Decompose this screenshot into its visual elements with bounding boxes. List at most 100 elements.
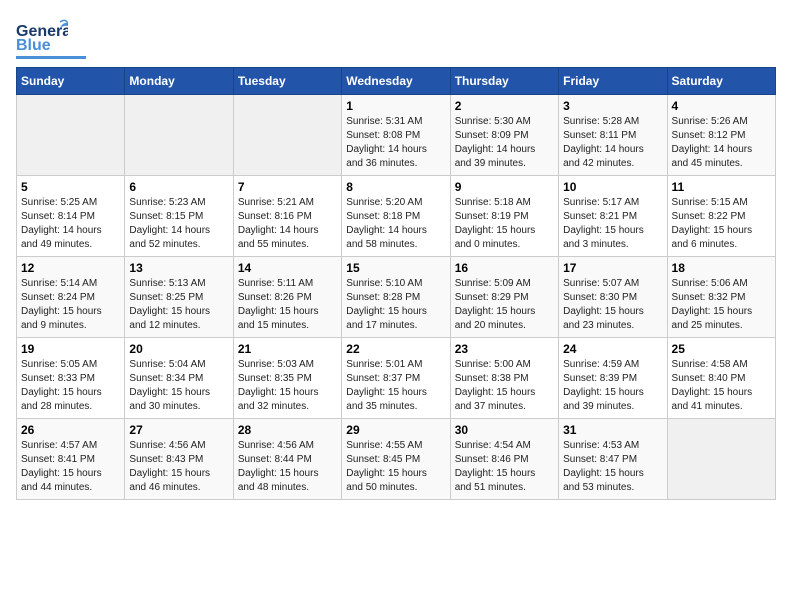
day-info: Sunrise: 5:07 AM Sunset: 8:30 PM Dayligh… [563,277,662,333]
weekday-header-tuesday: Tuesday [233,68,341,95]
day-cell-10: 10 Sunrise: 5:17 AM Sunset: 8:21 PM Dayli… [559,176,667,257]
weekday-header-thursday: Thursday [450,68,558,95]
empty-cell [125,95,233,176]
day-cell-15: 15 Sunrise: 5:10 AM Sunset: 8:28 PM Dayli… [342,257,450,338]
day-cell-22: 22 Sunrise: 5:01 AM Sunset: 8:37 PM Dayli… [342,338,450,419]
day-number: 22 [346,342,445,356]
day-number: 16 [455,261,554,275]
day-cell-19: 19 Sunrise: 5:05 AM Sunset: 8:33 PM Dayli… [17,338,125,419]
day-info: Sunrise: 4:53 AM Sunset: 8:47 PM Dayligh… [563,439,662,495]
logo: General Blue [16,16,86,59]
day-info: Sunrise: 5:11 AM Sunset: 8:26 PM Dayligh… [238,277,337,333]
day-info: Sunrise: 5:31 AM Sunset: 8:08 PM Dayligh… [346,115,445,171]
day-info: Sunrise: 5:23 AM Sunset: 8:15 PM Dayligh… [129,196,228,252]
day-number: 7 [238,180,337,194]
day-cell-13: 13Sunrise: 5:13 AM Sunset: 8:25 PM Dayli… [125,257,233,338]
day-number: 5 [21,180,120,194]
day-number: 31 [563,423,662,437]
day-number: 24 [563,342,662,356]
day-info: Sunrise: 5:01 AM Sunset: 8:37 PM Dayligh… [346,358,445,414]
day-info: Sunrise: 4:57 AM Sunset: 8:41 PM Dayligh… [21,439,120,495]
day-info: Sunrise: 5:20 AM Sunset: 8:18 PM Dayligh… [346,196,445,252]
day-number: 14 [238,261,337,275]
day-number: 2 [455,99,554,113]
day-number: 29 [346,423,445,437]
day-cell-1: 1 Sunrise: 5:31 AM Sunset: 8:08 PM Daylig… [342,95,450,176]
day-number: 11 [672,180,771,194]
day-number: 18 [672,261,771,275]
day-cell-5: 5 Sunrise: 5:25 AM Sunset: 8:14 PM Daylig… [17,176,125,257]
day-cell-24: 24 Sunrise: 4:59 AM Sunset: 8:39 PM Dayli… [559,338,667,419]
weekday-header-monday: Monday [125,68,233,95]
day-cell-28: 28 Sunrise: 4:56 AM Sunset: 8:44 PM Dayli… [233,419,341,500]
day-number: 17 [563,261,662,275]
day-cell-31: 31 Sunrise: 4:53 AM Sunset: 8:47 PM Dayli… [559,419,667,500]
empty-cell [667,419,775,500]
day-cell-3: 3Sunrise: 5:28 AM Sunset: 8:11 PM Daylig… [559,95,667,176]
day-cell-8: 8Sunrise: 5:20 AM Sunset: 8:18 PM Daylig… [342,176,450,257]
day-number: 20 [129,342,228,356]
day-info: Sunrise: 5:26 AM Sunset: 8:12 PM Dayligh… [672,115,771,171]
day-cell-7: 7 Sunrise: 5:21 AM Sunset: 8:16 PM Daylig… [233,176,341,257]
day-number: 10 [563,180,662,194]
weekday-header-friday: Friday [559,68,667,95]
page-header: General Blue [16,16,776,59]
day-cell-12: 12Sunrise: 5:14 AM Sunset: 8:24 PM Dayli… [17,257,125,338]
day-number: 13 [129,261,228,275]
weekday-header-sunday: Sunday [17,68,125,95]
day-cell-26: 26 Sunrise: 4:57 AM Sunset: 8:41 PM Dayli… [17,419,125,500]
day-info: Sunrise: 5:00 AM Sunset: 8:38 PM Dayligh… [455,358,554,414]
day-info: Sunrise: 5:03 AM Sunset: 8:35 PM Dayligh… [238,358,337,414]
day-info: Sunrise: 5:17 AM Sunset: 8:21 PM Dayligh… [563,196,662,252]
day-info: Sunrise: 4:56 AM Sunset: 8:43 PM Dayligh… [129,439,228,495]
day-info: Sunrise: 5:10 AM Sunset: 8:28 PM Dayligh… [346,277,445,333]
day-cell-9: 9 Sunrise: 5:18 AM Sunset: 8:19 PM Daylig… [450,176,558,257]
day-number: 4 [672,99,771,113]
day-number: 28 [238,423,337,437]
day-cell-20: 20 Sunrise: 5:04 AM Sunset: 8:34 PM Dayli… [125,338,233,419]
empty-cell [17,95,125,176]
day-number: 15 [346,261,445,275]
day-number: 9 [455,180,554,194]
calendar-table: SundayMondayTuesdayWednesdayThursdayFrid… [16,67,776,500]
day-cell-14: 14 Sunrise: 5:11 AM Sunset: 8:26 PM Dayli… [233,257,341,338]
weekday-header-wednesday: Wednesday [342,68,450,95]
day-cell-6: 6 Sunrise: 5:23 AM Sunset: 8:15 PM Daylig… [125,176,233,257]
day-info: Sunrise: 4:59 AM Sunset: 8:39 PM Dayligh… [563,358,662,414]
day-info: Sunrise: 5:06 AM Sunset: 8:32 PM Dayligh… [672,277,771,333]
day-cell-21: 21 Sunrise: 5:03 AM Sunset: 8:35 PM Dayli… [233,338,341,419]
day-info: Sunrise: 5:30 AM Sunset: 8:09 PM Dayligh… [455,115,554,171]
day-cell-17: 17 Sunrise: 5:07 AM Sunset: 8:30 PM Dayli… [559,257,667,338]
day-info: Sunrise: 5:04 AM Sunset: 8:34 PM Dayligh… [129,358,228,414]
day-cell-2: 2 Sunrise: 5:30 AM Sunset: 8:09 PM Daylig… [450,95,558,176]
day-cell-29: 29 Sunrise: 4:55 AM Sunset: 8:45 PM Dayli… [342,419,450,500]
day-cell-23: 23 Sunrise: 5:00 AM Sunset: 8:38 PM Dayli… [450,338,558,419]
day-number: 30 [455,423,554,437]
day-cell-30: 30 Sunrise: 4:54 AM Sunset: 8:46 PM Dayli… [450,419,558,500]
day-cell-25: 25 Sunrise: 4:58 AM Sunset: 8:40 PM Dayli… [667,338,775,419]
day-info: Sunrise: 5:25 AM Sunset: 8:14 PM Dayligh… [21,196,120,252]
day-number: 1 [346,99,445,113]
day-info: Sunrise: 5:05 AM Sunset: 8:33 PM Dayligh… [21,358,120,414]
day-info: Sunrise: 4:54 AM Sunset: 8:46 PM Dayligh… [455,439,554,495]
day-number: 23 [455,342,554,356]
day-cell-4: 4 Sunrise: 5:26 AM Sunset: 8:12 PM Daylig… [667,95,775,176]
day-info: Sunrise: 4:55 AM Sunset: 8:45 PM Dayligh… [346,439,445,495]
day-info: Sunrise: 5:14 AM Sunset: 8:24 PM Dayligh… [21,277,120,333]
day-cell-27: 27 Sunrise: 4:56 AM Sunset: 8:43 PM Dayli… [125,419,233,500]
day-info: Sunrise: 5:21 AM Sunset: 8:16 PM Dayligh… [238,196,337,252]
day-info: Sunrise: 4:56 AM Sunset: 8:44 PM Dayligh… [238,439,337,495]
day-number: 6 [129,180,228,194]
day-info: Sunrise: 4:58 AM Sunset: 8:40 PM Dayligh… [672,358,771,414]
empty-cell [233,95,341,176]
day-number: 19 [21,342,120,356]
day-number: 21 [238,342,337,356]
day-info: Sunrise: 5:18 AM Sunset: 8:19 PM Dayligh… [455,196,554,252]
day-number: 27 [129,423,228,437]
day-number: 26 [21,423,120,437]
day-number: 3 [563,99,662,113]
weekday-header-saturday: Saturday [667,68,775,95]
day-info: Sunrise: 5:09 AM Sunset: 8:29 PM Dayligh… [455,277,554,333]
day-cell-18: 18 Sunrise: 5:06 AM Sunset: 8:32 PM Dayli… [667,257,775,338]
day-number: 25 [672,342,771,356]
